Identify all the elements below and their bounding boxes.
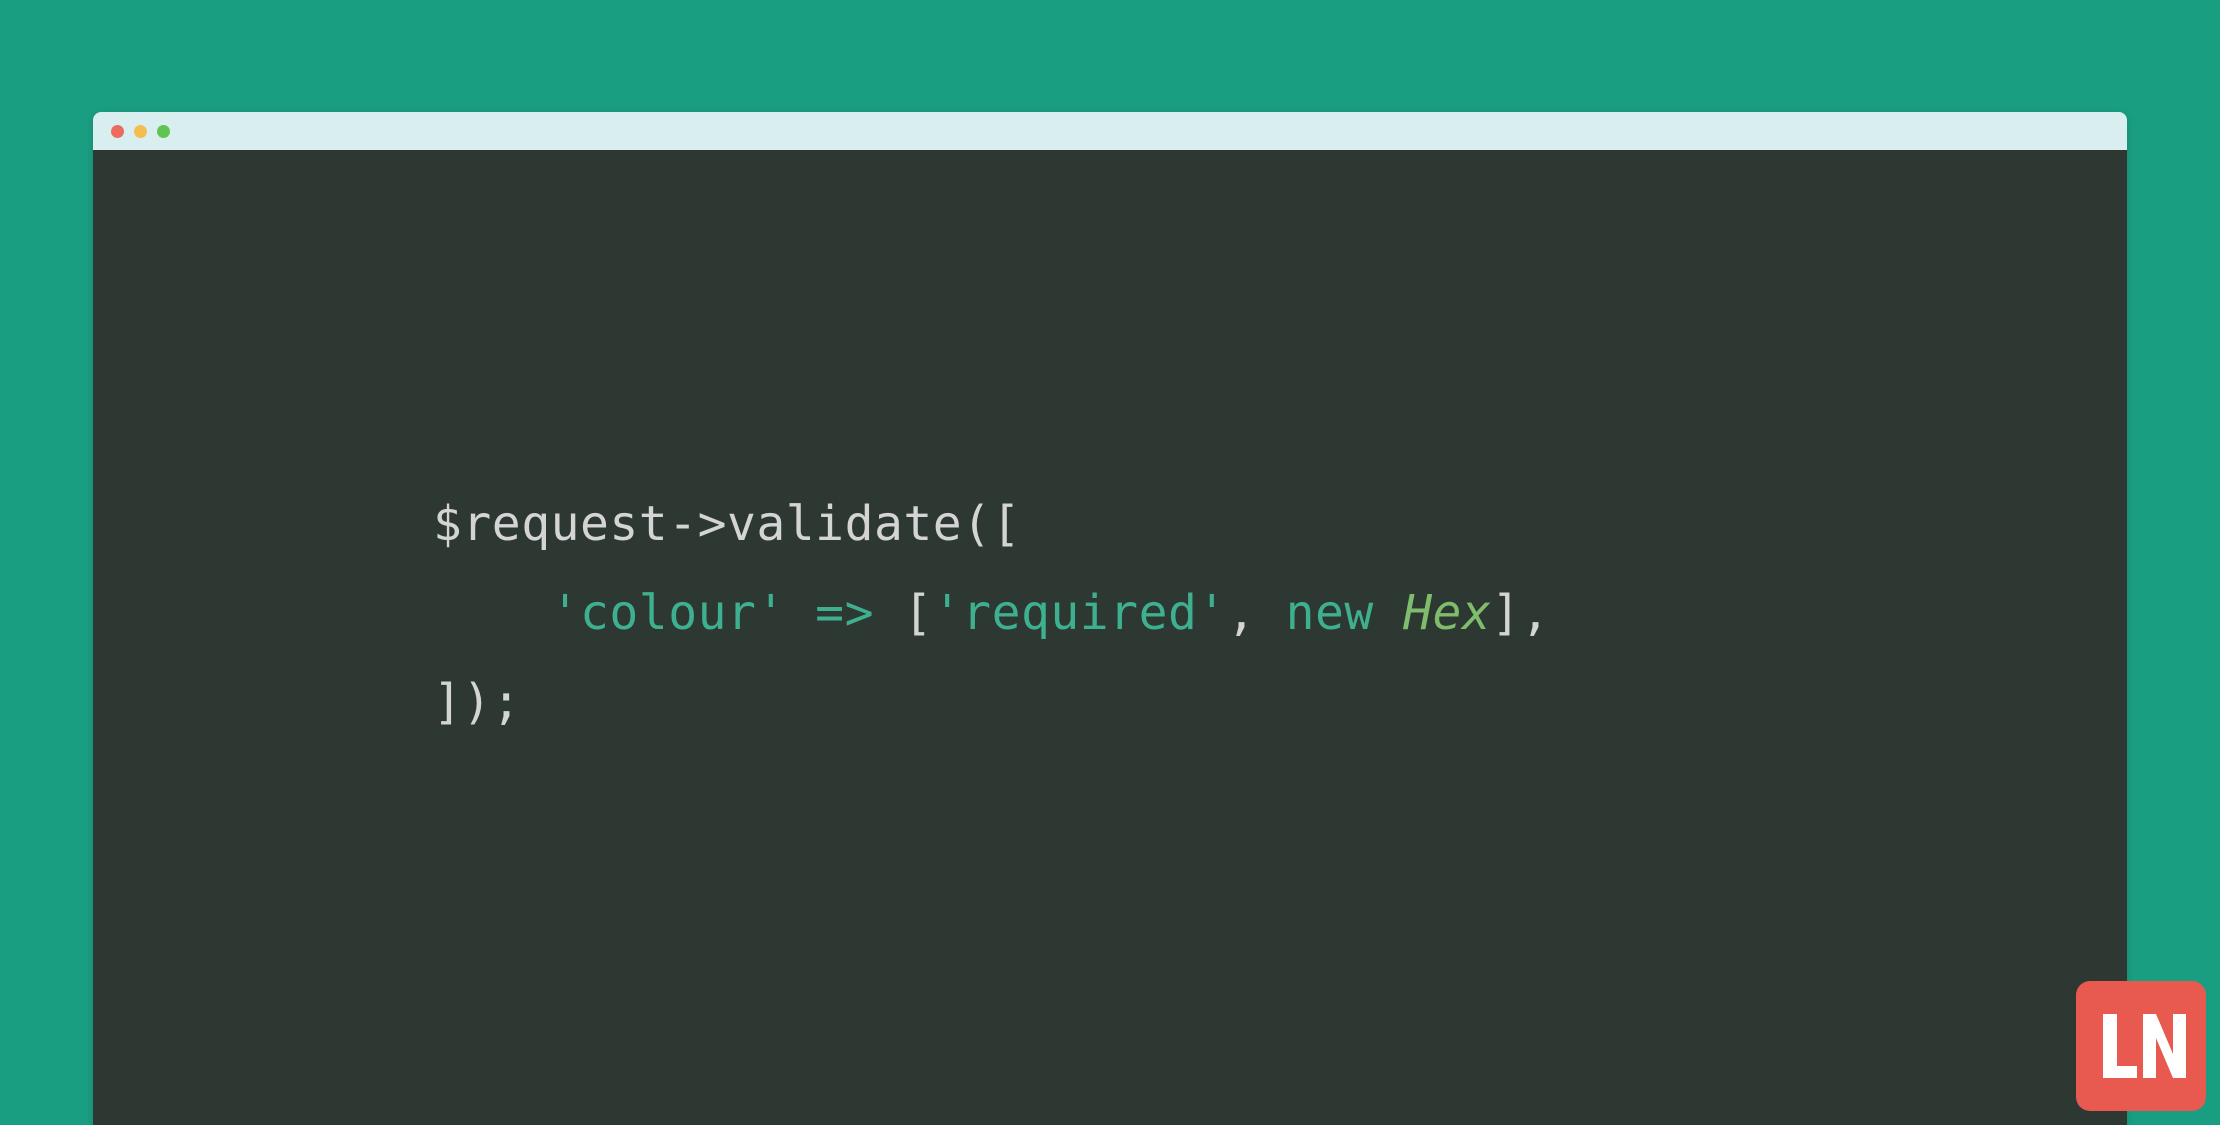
ln-logo-icon [2091, 996, 2191, 1096]
code-line-3: ]); [433, 658, 2127, 747]
code-token-operator: => [786, 585, 904, 641]
code-token-punct: [ [903, 585, 932, 641]
code-line-2: 'colour' => ['required', new Hex], [433, 569, 2127, 658]
minimize-icon[interactable] [134, 125, 147, 138]
window-titlebar [93, 112, 2127, 150]
code-token-variable: $request [433, 496, 668, 552]
code-indent [433, 585, 551, 641]
watermark-logo [2076, 981, 2206, 1111]
code-token-class: Hex [1403, 585, 1491, 641]
code-token-arrow: -> [668, 496, 727, 552]
code-token-punct: , [1521, 585, 1550, 641]
code-token-keyword: new [1286, 585, 1404, 641]
code-token-method: validate [727, 496, 962, 552]
code-token-punct: ]); [433, 674, 521, 730]
maximize-icon[interactable] [157, 125, 170, 138]
code-token-punct: ] [1491, 585, 1520, 641]
code-window: $request->validate([ 'colour' => ['requi… [93, 112, 2127, 1125]
code-line-1: $request->validate([ [433, 480, 2127, 569]
code-editor: $request->validate([ 'colour' => ['requi… [93, 150, 2127, 746]
code-token-string: 'colour' [551, 585, 786, 641]
code-token-punct: , [1227, 585, 1286, 641]
close-icon[interactable] [111, 125, 124, 138]
code-token-punct: ([ [962, 496, 1021, 552]
code-token-string: 'required' [933, 585, 1227, 641]
